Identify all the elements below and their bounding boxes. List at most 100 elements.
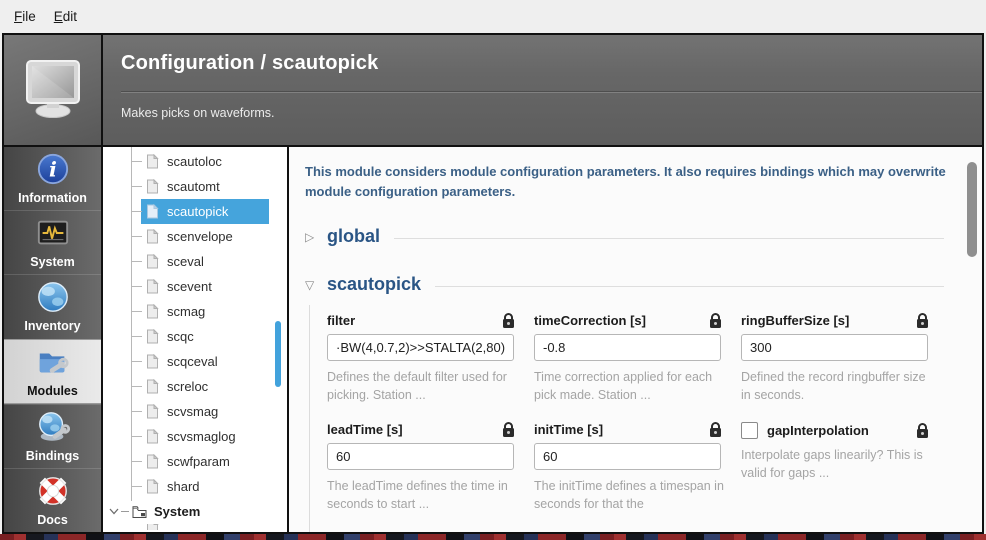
expanded-arrow-icon[interactable]: ▽ — [305, 278, 319, 292]
desktop-background-strip — [0, 534, 986, 540]
leadtime-input[interactable] — [327, 443, 514, 470]
document-icon — [146, 479, 159, 494]
field-label: ringBufferSize [s] — [741, 313, 849, 328]
field-description: Defines the default filter used for pick… — [327, 368, 521, 404]
document-icon — [146, 179, 159, 194]
globe-icon — [36, 280, 70, 314]
lock-icon — [710, 319, 721, 328]
tree-item-system[interactable]: System — [103, 499, 287, 524]
section-rule — [394, 238, 944, 239]
sidebar-item-label: Bindings — [26, 449, 79, 463]
module-tree-panel: scautoloc scautomt scautopick scenvelope… — [103, 147, 289, 532]
field-description: Interpolate gaps linearily? This is vali… — [741, 446, 935, 482]
main-scrollbar-thumb[interactable] — [967, 162, 977, 257]
page-subtitle: Makes picks on waveforms. — [121, 106, 982, 120]
tree-item-scautoloc[interactable]: scautoloc — [103, 149, 287, 174]
menu-edit[interactable]: Edit — [54, 9, 77, 24]
sidebar-item-label: Inventory — [24, 319, 80, 333]
sidebar-item-inventory[interactable]: Inventory — [4, 274, 101, 338]
section-header-global[interactable]: ▷ global — [305, 226, 956, 247]
lock-icon — [917, 319, 928, 328]
sidebar-item-system[interactable]: System — [4, 210, 101, 274]
tree-scrollbar-thumb[interactable] — [275, 321, 281, 387]
tree-item-screloc[interactable]: screloc — [103, 374, 287, 399]
window-body: i Information System — [4, 147, 982, 532]
config-panel: This module considers module configurati… — [289, 147, 982, 532]
field-timeCorrection: timeCorrection [s] Time correction appli… — [534, 313, 728, 404]
section-rule — [435, 286, 944, 287]
ringbuffersize-input[interactable] — [741, 334, 928, 361]
mode-sidebar: i Information System — [4, 147, 103, 532]
sidebar-item-label: Modules — [27, 384, 78, 398]
field-initTime: initTime [s] The initTime defines a time… — [534, 422, 728, 513]
svg-text:i: i — [49, 157, 57, 182]
tree-item-scautomt[interactable]: scautomt — [103, 174, 287, 199]
document-icon — [146, 379, 159, 394]
fields-grid: filter Defines the default filter used f… — [327, 313, 956, 513]
section-header-scautopick[interactable]: ▽ scautopick — [305, 274, 956, 295]
document-icon — [146, 354, 159, 369]
document-icon — [146, 229, 159, 244]
document-icon — [146, 329, 159, 344]
inittime-input[interactable] — [534, 443, 721, 470]
field-label: leadTime [s] — [327, 422, 403, 437]
document-icon — [146, 254, 159, 269]
app-window: Configuration / scautopick Makes picks o… — [2, 33, 984, 534]
menu-file[interactable]: File — [14, 9, 36, 24]
folder-wrench-icon — [36, 345, 70, 379]
document-icon — [146, 524, 159, 530]
field-description: Time correction applied for each pick ma… — [534, 368, 728, 404]
tree-dash — [121, 511, 129, 512]
section-indent-line — [309, 305, 310, 532]
lock-icon — [710, 428, 721, 437]
section-title: scautopick — [327, 274, 421, 295]
info-icon: i — [36, 152, 70, 186]
field-description: Defined the record ringbuffer size in se… — [741, 368, 935, 404]
sidebar-item-information[interactable]: i Information — [4, 147, 101, 210]
page-title: Configuration / scautopick — [121, 52, 982, 75]
tree-item-scvsmaglog[interactable]: scvsmaglog — [103, 424, 287, 449]
module-logo-panel — [4, 35, 103, 145]
tree-item-scenvelope[interactable]: scenvelope — [103, 224, 287, 249]
header-main: Configuration / scautopick Makes picks o… — [103, 35, 982, 145]
waveform-monitor-icon — [36, 216, 70, 250]
sidebar-item-label: Information — [18, 191, 87, 205]
tree-item-scqceval[interactable]: scqceval — [103, 349, 287, 374]
tree-item-scautopick[interactable]: scautopick — [103, 199, 287, 224]
document-icon — [146, 279, 159, 294]
tree-item-scqc[interactable]: scqc — [103, 324, 287, 349]
field-label: timeCorrection [s] — [534, 313, 646, 328]
lock-icon — [503, 319, 514, 328]
menu-bar: File Edit — [0, 0, 986, 33]
field-filter: filter Defines the default filter used f… — [327, 313, 521, 404]
field-label: gapInterpolation — [767, 423, 917, 438]
tree-item-sceval[interactable]: sceval — [103, 249, 287, 274]
section-content-scautopick: filter Defines the default filter used f… — [305, 313, 956, 513]
tree-item-scevent[interactable]: scevent — [103, 274, 287, 299]
filter-input[interactable] — [327, 334, 514, 361]
field-leadTime: leadTime [s] The leadTime defines the ti… — [327, 422, 521, 513]
document-icon — [146, 454, 159, 469]
chevron-down-icon — [109, 508, 119, 515]
field-description: The leadTime defines the time in seconds… — [327, 477, 521, 513]
lock-icon — [503, 428, 514, 437]
collapsed-arrow-icon[interactable]: ▷ — [305, 230, 319, 244]
field-label: filter — [327, 313, 355, 328]
page-header: Configuration / scautopick Makes picks o… — [4, 35, 982, 147]
sidebar-item-docs[interactable]: Docs — [4, 468, 101, 532]
lock-icon — [917, 429, 928, 438]
tree-item-scwfparam[interactable]: scwfparam — [103, 449, 287, 474]
tree-item-partial[interactable] — [103, 524, 287, 530]
tree-item-scmag[interactable]: scmag — [103, 299, 287, 324]
field-description: The initTime defines a timespan in secon… — [534, 477, 728, 513]
sidebar-item-bindings[interactable]: Bindings — [4, 404, 101, 468]
gapinterpolation-checkbox[interactable] — [741, 422, 758, 439]
document-icon — [146, 404, 159, 419]
lifebuoy-icon — [36, 474, 70, 508]
tree-item-scvsmag[interactable]: scvsmag — [103, 399, 287, 424]
document-icon — [146, 204, 159, 219]
tree-item-shard[interactable]: shard — [103, 474, 287, 499]
field-ringBufferSize: ringBufferSize [s] Defined the record ri… — [741, 313, 935, 404]
timecorrection-input[interactable] — [534, 334, 721, 361]
sidebar-item-modules[interactable]: Modules — [4, 339, 101, 404]
